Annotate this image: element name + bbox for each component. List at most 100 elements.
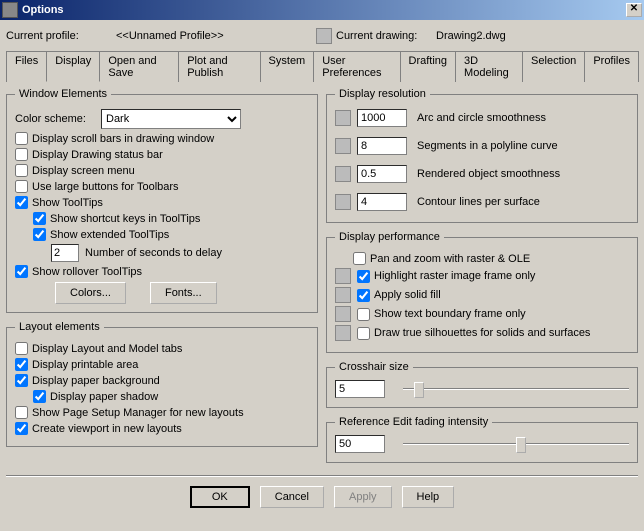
arc-smoothness-input[interactable]: [357, 109, 407, 127]
tab-system[interactable]: System: [260, 51, 315, 82]
layout-tabs-checkbox[interactable]: [15, 342, 28, 355]
solid-fill-checkbox[interactable]: [357, 289, 370, 302]
window-elements-group: Window Elements Color scheme: Dark Displ…: [6, 88, 318, 313]
extended-checkbox[interactable]: [33, 228, 46, 241]
screenmenu-checkbox[interactable]: [15, 164, 28, 177]
current-drawing-value: Drawing2.dwg: [436, 30, 506, 42]
largebuttons-checkbox[interactable]: [15, 180, 28, 193]
display-performance-legend: Display performance: [335, 231, 444, 243]
rendered-smoothness-label: Rendered object smoothness: [417, 168, 560, 180]
titlebar: Options ✕: [0, 0, 644, 20]
tooltips-checkbox[interactable]: [15, 196, 28, 209]
layout-tabs-label: Display Layout and Model tabs: [32, 343, 182, 355]
help-button[interactable]: Help: [402, 486, 455, 508]
highlight-raster-label: Highlight raster image frame only: [374, 270, 535, 282]
silhouettes-label: Draw true silhouettes for solids and sur…: [374, 327, 590, 339]
psm-checkbox[interactable]: [15, 406, 28, 419]
drawing-icon: [335, 306, 351, 322]
tab-profiles[interactable]: Profiles: [584, 51, 639, 82]
segments-label: Segments in a polyline curve: [417, 140, 558, 152]
profile-row: Current profile: <<Unnamed Profile>> Cur…: [6, 28, 638, 44]
pan-zoom-label: Pan and zoom with raster & OLE: [370, 253, 530, 265]
seconds-label: Number of seconds to delay: [85, 247, 222, 259]
drawing-icon: [335, 166, 351, 182]
paperbg-label: Display paper background: [32, 375, 160, 387]
app-icon: [2, 2, 18, 18]
tooltips-label: Show ToolTips: [32, 197, 103, 209]
tab-files[interactable]: Files: [6, 51, 47, 82]
text-frame-checkbox[interactable]: [357, 308, 370, 321]
contour-lines-label: Contour lines per surface: [417, 196, 540, 208]
extended-label: Show extended ToolTips: [50, 229, 169, 241]
drawing-icon: [335, 138, 351, 154]
rollover-label: Show rollover ToolTips: [32, 266, 142, 278]
layout-elements-group: Layout elements Display Layout and Model…: [6, 321, 318, 447]
drawing-icon: [335, 325, 351, 341]
refedit-slider[interactable]: [403, 434, 629, 454]
layout-elements-legend: Layout elements: [15, 321, 104, 333]
scrollbars-checkbox[interactable]: [15, 132, 28, 145]
current-drawing-label: Current drawing:: [336, 30, 436, 42]
tab-3d-modeling[interactable]: 3D Modeling: [455, 51, 523, 82]
close-icon[interactable]: ✕: [626, 3, 642, 17]
drawing-icon: [335, 287, 351, 303]
refedit-group: Reference Edit fading intensity: [326, 416, 638, 463]
ok-button[interactable]: OK: [190, 486, 250, 508]
rollover-checkbox[interactable]: [15, 265, 28, 278]
color-scheme-label: Color scheme:: [15, 113, 101, 125]
text-frame-label: Show text boundary frame only: [374, 308, 526, 320]
tab-display[interactable]: Display: [46, 51, 100, 82]
tab-user-preferences[interactable]: User Preferences: [313, 51, 400, 82]
display-resolution-legend: Display resolution: [335, 88, 430, 100]
highlight-raster-checkbox[interactable]: [357, 270, 370, 283]
window-title: Options: [22, 4, 626, 16]
shadow-checkbox[interactable]: [33, 390, 46, 403]
fonts-button[interactable]: Fonts...: [150, 282, 217, 304]
largebuttons-label: Use large buttons for Toolbars: [32, 181, 179, 193]
window-elements-legend: Window Elements: [15, 88, 111, 100]
drawing-icon: [335, 194, 351, 210]
colors-button[interactable]: Colors...: [55, 282, 126, 304]
shortcut-checkbox[interactable]: [33, 212, 46, 225]
pan-zoom-checkbox[interactable]: [353, 252, 366, 265]
statusbar-label: Display Drawing status bar: [32, 149, 163, 161]
psm-label: Show Page Setup Manager for new layouts: [32, 407, 244, 419]
tab-drafting[interactable]: Drafting: [400, 51, 457, 82]
solid-fill-label: Apply solid fill: [374, 289, 441, 301]
paperbg-checkbox[interactable]: [15, 374, 28, 387]
crosshair-legend: Crosshair size: [335, 361, 413, 373]
statusbar-checkbox[interactable]: [15, 148, 28, 161]
drawing-icon: [335, 268, 351, 284]
drawing-icon: [316, 28, 332, 44]
refedit-legend: Reference Edit fading intensity: [335, 416, 492, 428]
display-performance-group: Display performance Pan and zoom with ra…: [326, 231, 638, 353]
crosshair-size-group: Crosshair size: [326, 361, 638, 408]
crosshair-input[interactable]: [335, 380, 385, 398]
crosshair-slider[interactable]: [403, 379, 629, 399]
refedit-input[interactable]: [335, 435, 385, 453]
screenmenu-label: Display screen menu: [32, 165, 135, 177]
apply-button[interactable]: Apply: [334, 486, 392, 508]
tab-selection[interactable]: Selection: [522, 51, 585, 82]
printable-checkbox[interactable]: [15, 358, 28, 371]
color-scheme-select[interactable]: Dark: [101, 109, 241, 129]
contour-lines-input[interactable]: [357, 193, 407, 211]
cancel-button[interactable]: Cancel: [260, 486, 324, 508]
tab-open-save[interactable]: Open and Save: [99, 51, 179, 82]
shadow-label: Display paper shadow: [50, 391, 158, 403]
shortcut-label: Show shortcut keys in ToolTips: [50, 213, 200, 225]
viewport-checkbox[interactable]: [15, 422, 28, 435]
display-resolution-group: Display resolution Arc and circle smooth…: [326, 88, 638, 223]
arc-smoothness-label: Arc and circle smoothness: [417, 112, 546, 124]
segments-input[interactable]: [357, 137, 407, 155]
viewport-label: Create viewport in new layouts: [32, 423, 182, 435]
silhouettes-checkbox[interactable]: [357, 327, 370, 340]
rendered-smoothness-input[interactable]: [357, 165, 407, 183]
tab-bar: Files Display Open and Save Plot and Pub…: [6, 50, 638, 82]
drawing-icon: [335, 110, 351, 126]
dialog-buttons: OK Cancel Apply Help: [6, 483, 638, 511]
profile-label: Current profile:: [6, 30, 116, 42]
seconds-input[interactable]: [51, 244, 79, 262]
printable-label: Display printable area: [32, 359, 138, 371]
tab-plot-publish[interactable]: Plot and Publish: [178, 51, 260, 82]
